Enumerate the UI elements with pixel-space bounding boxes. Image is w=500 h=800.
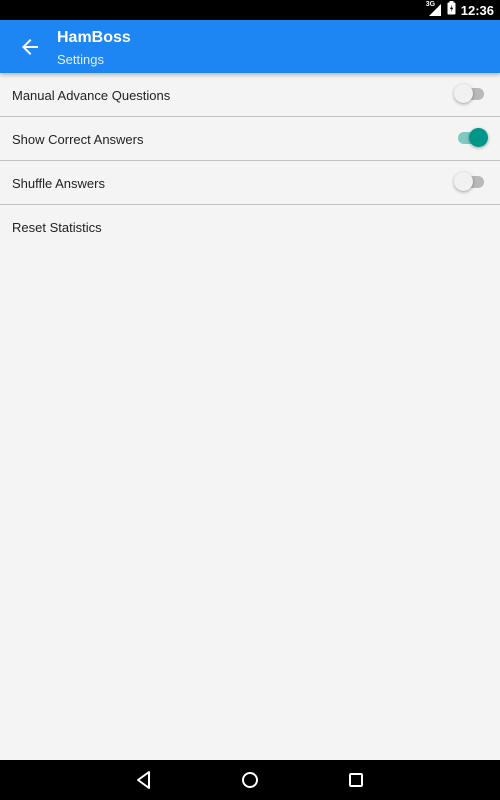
app-subtitle: Settings [57,52,104,67]
network-type-label: 3G [425,1,436,8]
navigation-bar [0,760,500,800]
app-bar: HamBoss Settings [0,20,500,73]
setting-label: Manual Advance Questions [12,88,171,103]
recents-square-icon [349,773,363,787]
signal-icon: 3G [425,1,442,17]
setting-manual-advance-questions[interactable]: Manual Advance Questions [0,73,500,117]
setting-shuffle-answers[interactable]: Shuffle Answers [0,161,500,205]
switch-thumb [454,84,473,103]
nav-recents-button[interactable] [345,769,367,791]
status-icons: 3G 12:36 [426,0,494,20]
app-title: HamBoss [57,29,131,46]
setting-label: Shuffle Answers [12,176,105,191]
status-bar: 3G 12:36 [0,0,500,20]
back-triangle-icon [137,771,150,789]
setting-reset-statistics[interactable]: Reset Statistics [0,205,500,249]
setting-show-correct-answers[interactable]: Show Correct Answers [0,117,500,161]
manual-advance-toggle[interactable] [454,84,486,103]
shuffle-answers-toggle[interactable] [454,172,486,191]
switch-thumb [469,128,488,147]
switch-thumb [454,172,473,191]
status-time: 12:36 [460,2,494,18]
nav-back-button[interactable] [133,769,155,791]
show-correct-answers-toggle[interactable] [456,128,488,147]
arrow-back-icon [22,39,38,55]
battery-icon [447,0,456,20]
nav-home-button[interactable] [239,769,261,791]
setting-label: Show Correct Answers [12,132,144,147]
back-button[interactable] [18,35,42,59]
settings-list: Manual Advance Questions Show Correct An… [0,73,500,249]
setting-label: Reset Statistics [12,220,102,235]
home-circle-icon [242,772,258,788]
